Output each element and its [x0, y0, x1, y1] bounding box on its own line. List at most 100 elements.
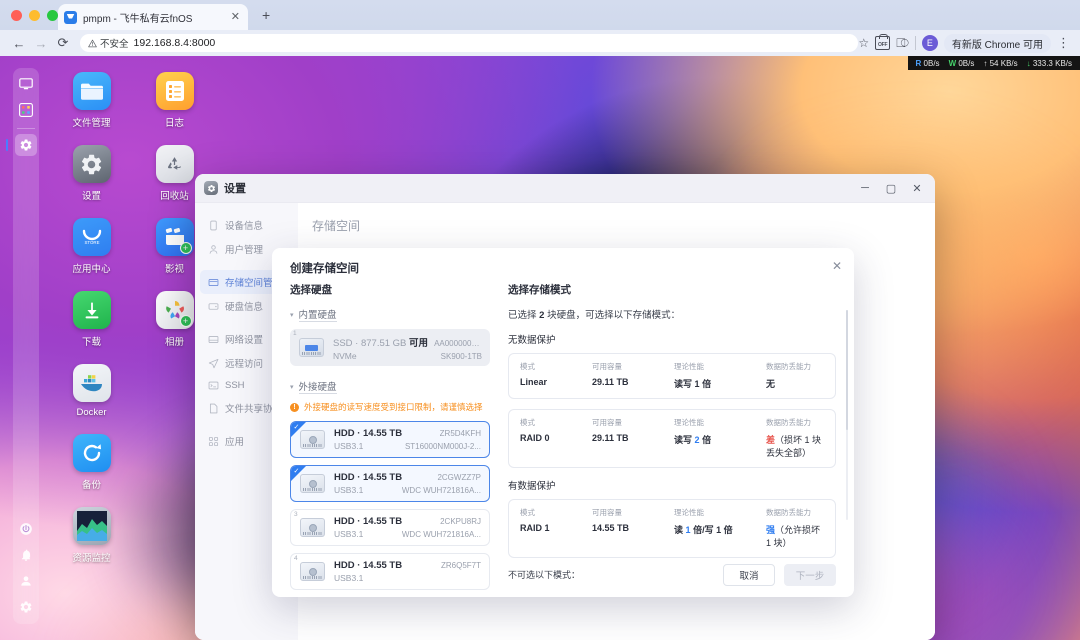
back-button[interactable]: ← [8, 36, 30, 51]
close-icon[interactable]: ✕ [832, 260, 842, 272]
gear-icon[interactable] [19, 600, 33, 614]
close-window-button[interactable] [11, 10, 22, 21]
sidebar-item-label: 硬盘信息 [225, 299, 263, 313]
external-disk-warning: ! 外接硬盘的读写速度受到接口限制，请谨慎选择 [290, 401, 490, 413]
window-traffic-lights[interactable] [11, 10, 58, 21]
next-button[interactable]: 下一步 [784, 564, 836, 586]
modal-scrollbar-thumb[interactable] [846, 310, 849, 430]
sidebar-item-label: 设备信息 [225, 218, 263, 232]
internal-disks-group-label: 内置硬盘 [299, 307, 337, 322]
desktop-icon-download[interactable]: 下载 [50, 291, 133, 348]
browser-tabstrip: pmpm - 飞牛私有云fnOS ✕ + [0, 0, 1080, 30]
disk-serial: 2CKPU8RJ [440, 517, 481, 526]
user-icon[interactable] [19, 574, 33, 588]
netmon-read: R 0B/s [916, 59, 940, 68]
col-header-mode: 模式 [520, 507, 592, 523]
extensions-puzzle-icon[interactable]: ⎄ [896, 36, 909, 51]
modal-scrollbar-track[interactable] [846, 310, 849, 520]
col-header-capacity: 可用容量 [592, 361, 674, 377]
power-icon[interactable] [19, 522, 33, 536]
select-disks-panel: 选择硬盘 ▾ 内置硬盘 1 SSD · 877.51 GB 可用 [272, 282, 500, 559]
mode-card-linear[interactable]: 模式 可用容量 理论性能 数据防丢能力 Linear 29.11 TB 读写 1… [508, 353, 836, 399]
browser-chrome: pmpm - 飞牛私有云fnOS ✕ + ← → ⟳ 不安全 192.168.8… [0, 0, 1080, 56]
dock-apps-button[interactable] [15, 99, 37, 121]
log-list-icon [156, 72, 194, 110]
mode-protection: 无 [766, 377, 824, 390]
desktop-icon-log[interactable]: 日志 [133, 72, 216, 129]
dock-settings-button[interactable] [15, 134, 37, 156]
security-indicator[interactable]: 不安全 [88, 36, 129, 50]
desktop-icon-label: 回收站 [160, 188, 189, 202]
sidebar-item-label: 用户管理 [225, 242, 263, 256]
warning-text: 外接硬盘的读写速度受到接口限制，请谨慎选择 [304, 401, 483, 413]
dock-monitor-button[interactable] [15, 73, 37, 95]
desktop-icon-settings[interactable]: 设置 [50, 145, 133, 202]
desktop-icon-appstore[interactable]: STORE 应用中心 [50, 218, 133, 275]
mode-protection: 差（损坏 1 块丢失全部） [766, 433, 824, 459]
browser-menu-icon[interactable]: ⋮ [1057, 35, 1070, 51]
mode-name: RAID 0 [520, 433, 592, 459]
internal-disks-group-header[interactable]: ▾ 内置硬盘 [290, 307, 490, 322]
col-header-capacity: 可用容量 [592, 417, 674, 433]
disk-name: HDD · 14.55 TB [334, 428, 402, 439]
window-minimize-button[interactable]: ─ [859, 182, 871, 194]
url-text[interactable]: 192.168.8.4:8000 [134, 37, 216, 49]
disk-row-external-2[interactable]: ✓ HDD · 14.55 TB 2CGWZZ7P USB3.1 [290, 465, 490, 502]
new-tab-button[interactable]: + [262, 7, 270, 23]
browser-tab[interactable]: pmpm - 飞牛私有云fnOS ✕ [58, 4, 248, 30]
window-maximize-button[interactable]: ▢ [885, 182, 897, 195]
disk-model: WDC WUH721816A... [402, 486, 481, 495]
reload-button[interactable]: ⟳ [52, 35, 74, 51]
disk-row-external-1[interactable]: ✓ HDD · 14.55 TB ZR5D4KFH USB3.1 [290, 421, 490, 458]
forward-button[interactable]: → [30, 36, 52, 51]
svg-text:STORE: STORE [84, 240, 99, 245]
close-icon[interactable]: ✕ [229, 12, 242, 23]
browser-tab-title: pmpm - 飞牛私有云fnOS [83, 10, 223, 25]
disk-name: SSD · 877.51 GB 可用 [333, 335, 428, 349]
bookmark-star-icon[interactable]: ☆ [858, 36, 869, 50]
external-disks-group-header[interactable]: ▾ 外接硬盘 [290, 379, 490, 394]
toolbar-actions: ☆ OFF ⎄ E 有新版 Chrome 可用 ⋮ [858, 34, 1072, 53]
netmon-upload: ↑ 54 KB/s [983, 59, 1017, 68]
chart-monitor-icon [73, 507, 111, 545]
docker-whale-icon [73, 364, 111, 402]
desktop-icon-label: 设置 [82, 188, 101, 202]
mode-card-raid0[interactable]: 模式 可用容量 理论性能 数据防丢能力 RAID 0 29.11 TB 读写 2… [508, 409, 836, 468]
screen: R 0B/s W 0B/s ↑ 54 KB/s ↓ 333.3 KB/s [0, 0, 1080, 640]
sidebar-item-device-info[interactable]: 设备信息 [200, 213, 293, 237]
desktop-icon-docker[interactable]: Docker [50, 364, 133, 418]
col-header-mode: 模式 [520, 417, 592, 433]
bell-icon[interactable] [19, 548, 33, 562]
chrome-update-pill[interactable]: 有新版 Chrome 可用 [944, 34, 1051, 53]
apps-icon [208, 436, 219, 447]
avatar[interactable]: E [922, 35, 938, 51]
sidebar-item-label: 应用 [225, 434, 244, 448]
window-close-button[interactable]: ✕ [911, 182, 923, 195]
minimize-window-button[interactable] [29, 10, 40, 21]
desktop-icon-backup[interactable]: 备份 [50, 434, 133, 491]
disk-icon [208, 301, 219, 312]
cancel-button[interactable]: 取消 [723, 564, 775, 586]
desktop-icon-monitor[interactable]: 资源监控 [50, 507, 133, 564]
toolbar-divider [915, 36, 916, 50]
settings-window-title: 设置 [224, 180, 246, 196]
mode-performance: 读 1 倍/写 1 倍 [674, 523, 766, 549]
disk-serial: 2CGWZZ7P [437, 473, 481, 482]
badge-plus: + [180, 315, 192, 327]
video-icon: + [156, 218, 194, 256]
disk-name: HDD · 14.55 TB [334, 516, 402, 527]
address-bar[interactable]: 不安全 192.168.8.4:8000 [80, 34, 858, 52]
disk-row-external-3[interactable]: 3 HDD · 14.55 TB 2CKPU8RJ USB3.1 [290, 509, 490, 546]
disk-row-internal-1: 1 SSD · 877.51 GB 可用 AA0000000000000... … [290, 329, 490, 366]
desktop-icon-files[interactable]: 文件管理 [50, 72, 133, 129]
mode-performance: 读写 2 倍 [674, 433, 766, 459]
mode-card-raid1[interactable]: 模式 可用容量 理论性能 数据防丢能力 RAID 1 14.55 TB 读 1 … [508, 499, 836, 558]
maximize-window-button[interactable] [47, 10, 58, 21]
gear-icon [19, 138, 33, 152]
settings-window-titlebar[interactable]: 设置 ─ ▢ ✕ [195, 174, 935, 203]
mode-capacity: 29.11 TB [592, 377, 674, 390]
desktop-icon-label: Docker [76, 407, 106, 418]
warning-icon: ! [290, 403, 299, 412]
disk-index: 1 [293, 330, 297, 337]
extension-off-icon[interactable]: OFF [875, 36, 890, 50]
